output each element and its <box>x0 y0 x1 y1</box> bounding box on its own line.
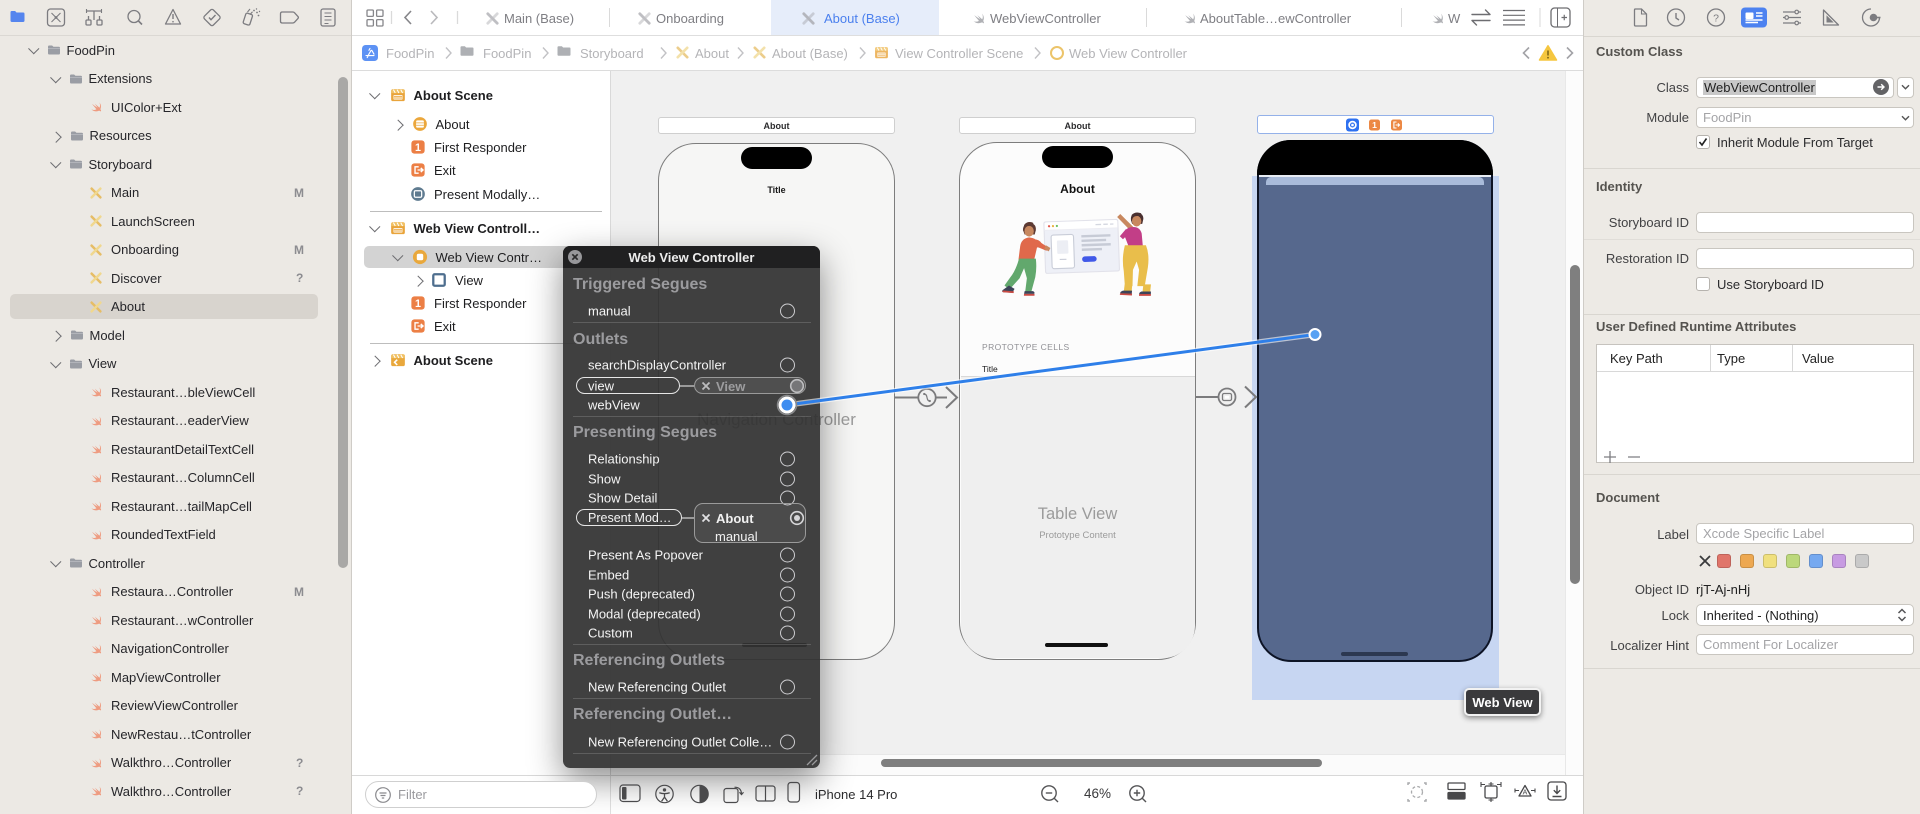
svg-text:?: ? <box>1713 12 1719 24</box>
svg-text:A: A <box>1523 789 1528 796</box>
svg-text:1: 1 <box>1372 120 1377 130</box>
